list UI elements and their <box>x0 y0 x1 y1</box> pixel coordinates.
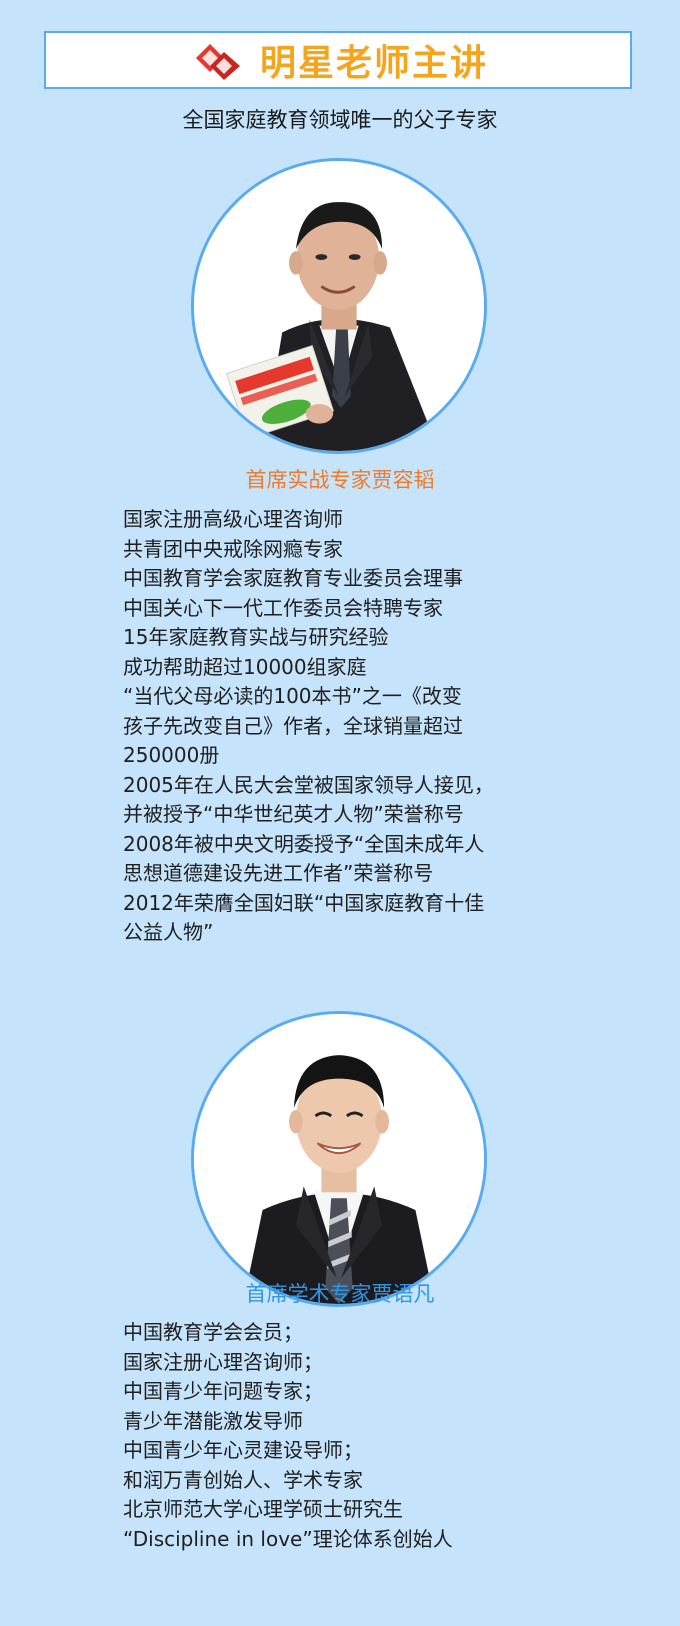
expert-1-photo <box>191 158 487 454</box>
young-man-in-suit-portrait <box>194 1014 484 1304</box>
bio-line: 国家注册心理咨询师； <box>123 1349 323 1374</box>
man-in-suit-holding-book-portrait <box>194 161 484 451</box>
bio-line: 思想道德建设先进工作者”荣誉称号 <box>123 861 434 885</box>
bio-line: 250000册 <box>123 743 220 767</box>
bio-line: 公益人物” <box>123 920 214 944</box>
bio-line: 中国教育学会会员； <box>123 1320 303 1344</box>
expert-2-photo <box>191 1011 487 1307</box>
expert-2-name: 首席学术专家贾语凡 <box>245 1282 435 1306</box>
bio-line: 中国教育学会家庭教育专业委员会理事 <box>123 566 463 590</box>
bio-line: 孩子先改变自己》作者，全球销量超过 <box>123 713 463 738</box>
expert-2-bio-list: 中国教育学会会员； 国家注册心理咨询师； 中国青少年问题专家； 青少年潜能激发导… <box>123 1318 573 1554</box>
bio-line: 成功帮助超过10000组家庭 <box>123 654 367 679</box>
header-inner: 明星老师主讲 <box>188 34 488 86</box>
bio-line: 并被授予“中华世纪英才人物”荣誉称号 <box>123 802 464 826</box>
page-subtitle: 全国家庭教育领域唯一的父子专家 <box>182 108 498 132</box>
bio-line: 2008年被中央文明委授予“全国未成年人 <box>123 831 485 856</box>
expert-1-bio-list: 国家注册高级心理咨询师 共青团中央戒除网瘾专家 中国教育学会家庭教育专业委员会理… <box>123 505 573 948</box>
bio-line: 中国青少年问题专家； <box>123 1379 323 1403</box>
bio-line: 北京师范大学心理学硕士研究生 <box>123 1497 403 1521</box>
bio-line: 2012年荣膺全国妇联“中国家庭教育十佳 <box>123 890 485 915</box>
bio-line: 中国关心下一代工作委员会特聘专家 <box>123 595 443 620</box>
bio-line: 2005年在人民大会堂被国家领导人接见， <box>123 772 494 797</box>
red-double-chevron-icon <box>195 44 240 80</box>
expert-1-name: 首席实战专家贾容韬 <box>245 468 435 492</box>
bio-line: “当代父母必读的100本书”之一《改变 <box>123 684 462 708</box>
header-banner: 明星老师主讲 <box>44 31 632 89</box>
bio-line: 中国青少年心灵建设导师； <box>123 1438 363 1462</box>
bio-line: “Discipline in love”理论体系创始人 <box>123 1526 453 1551</box>
bio-line: 和润万青创始人、学术专家 <box>123 1467 363 1492</box>
bio-line: 共青团中央戒除网瘾专家 <box>123 536 343 561</box>
bio-line: 国家注册高级心理咨询师 <box>123 507 343 531</box>
header-title: 明星老师主讲 <box>259 43 488 84</box>
bio-line: 青少年潜能激发导师 <box>123 1408 303 1433</box>
bio-line: 15年家庭教育实战与研究经验 <box>123 625 389 649</box>
